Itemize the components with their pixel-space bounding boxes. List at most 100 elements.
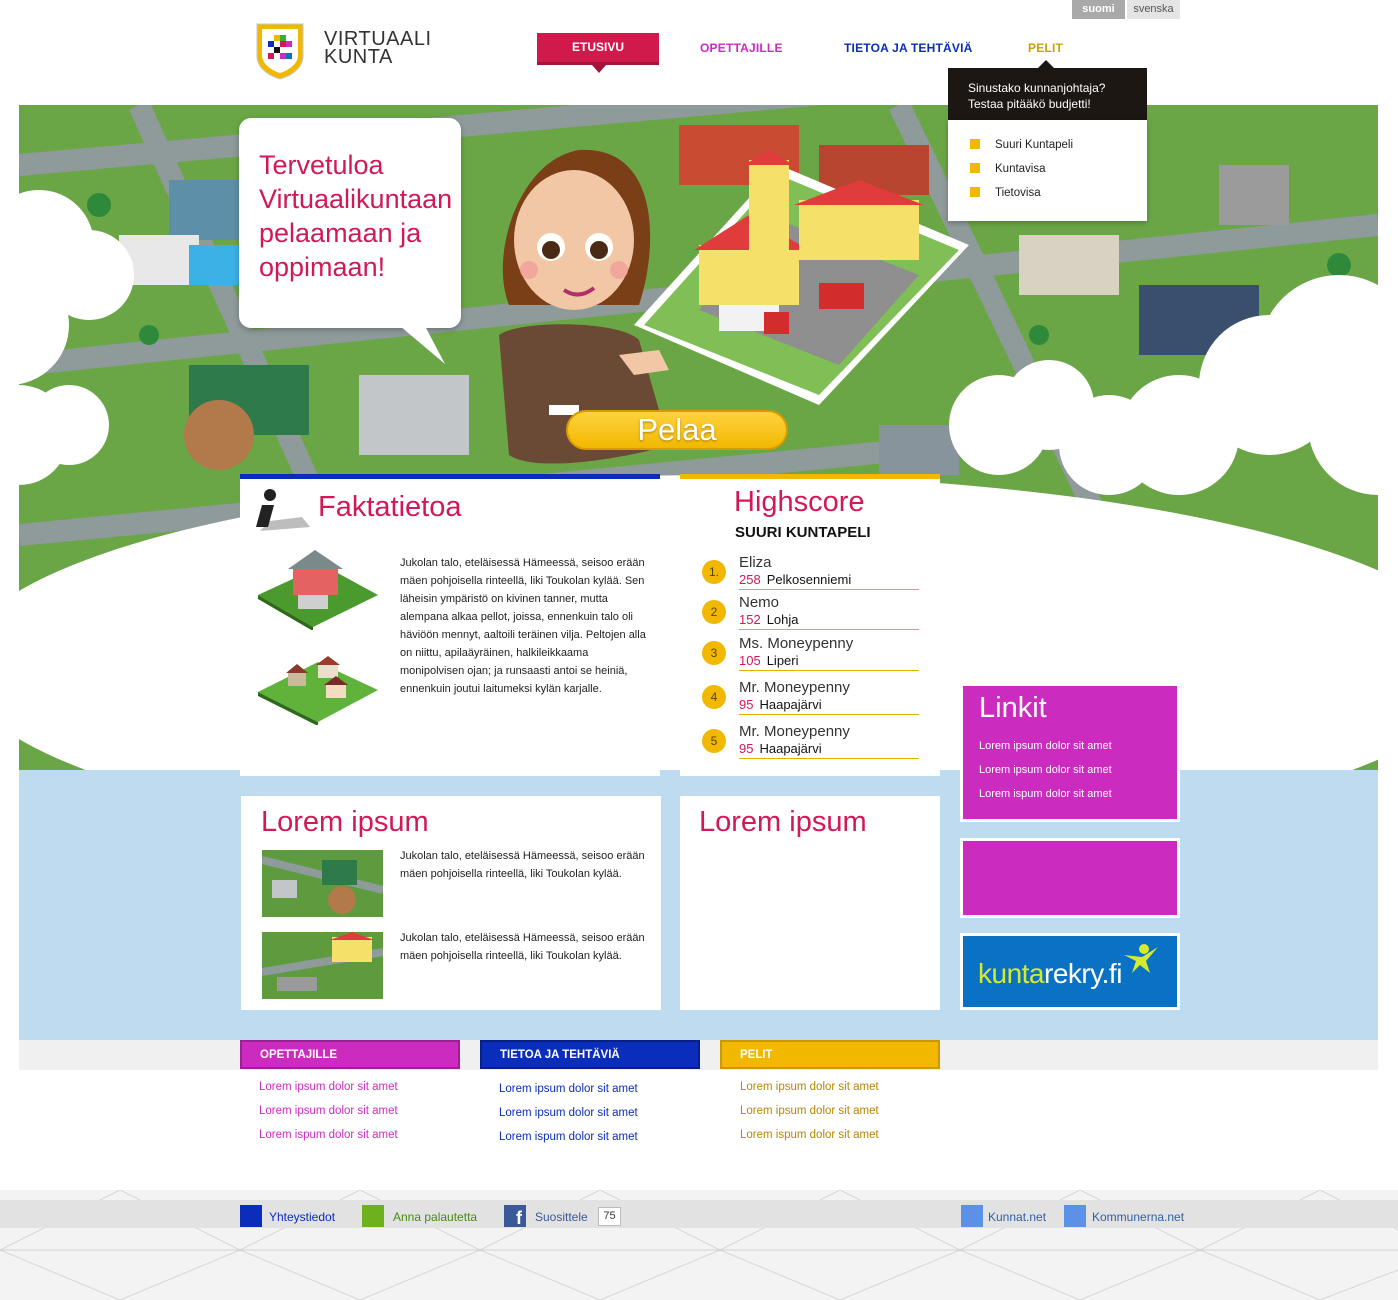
- dropdown-item-suuri-kuntapeli[interactable]: Suuri Kuntapeli: [970, 139, 1073, 151]
- player-score: 95: [739, 697, 754, 712]
- highscore-entry: Mr. Moneypenny 95 Haapajärvi: [739, 723, 919, 759]
- kommunerna-icon: [1064, 1205, 1086, 1227]
- highscore-row: 5: [702, 729, 726, 753]
- player-name: Ms. Moneypenny: [739, 635, 854, 652]
- nav-opettajille[interactable]: OPETTAJILLE: [700, 41, 783, 55]
- contact-icon: [240, 1205, 262, 1227]
- nav-tietoa[interactable]: TIETOA JA TEHTÄVIÄ: [844, 41, 973, 55]
- rank-badge: 3: [702, 641, 726, 665]
- highscore-row: 1.: [702, 560, 726, 584]
- promo-box[interactable]: [960, 838, 1180, 918]
- kuntarekry-part2: rekry: [1044, 958, 1102, 989]
- player-name: Mr. Moneypenny: [739, 679, 850, 696]
- kuntarekry-part1: kunta: [978, 958, 1045, 989]
- links-item[interactable]: Lorem ipsum dolor sit amet: [979, 740, 1112, 752]
- lang-svenska[interactable]: svenska: [1127, 0, 1180, 19]
- footer-link[interactable]: Lorem ispum dolor sit amet: [499, 1131, 638, 1143]
- lorem-right-title: Lorem ipsum: [699, 806, 867, 838]
- nav-pelit[interactable]: PELIT: [1028, 41, 1063, 55]
- player-name: Eliza: [739, 554, 772, 571]
- footer-link[interactable]: Lorem ipsum dolor sit amet: [740, 1081, 879, 1093]
- footer-link[interactable]: Lorem ipsum dolor sit amet: [259, 1105, 398, 1117]
- bullet-icon: [970, 187, 980, 197]
- highscore-entry: Eliza 258 Pelkosenniemi: [739, 554, 919, 590]
- footer-opettajille-header[interactable]: OPETTAJILLE: [240, 1040, 460, 1069]
- player-city: Haapajärvi: [759, 697, 822, 712]
- dropdown-item-label: Tietovisa: [995, 187, 1041, 199]
- play-button[interactable]: Pelaa: [566, 410, 788, 450]
- facebook-icon[interactable]: f: [504, 1205, 526, 1228]
- logo-line2: KUNTA: [324, 46, 393, 68]
- city-thumbnail[interactable]: [262, 932, 383, 999]
- links-item[interactable]: Lorem ispum dolor sit amet: [979, 788, 1112, 800]
- footer-link[interactable]: Lorem ipsum dolor sit amet: [499, 1107, 638, 1119]
- kunnat-icon: [961, 1205, 983, 1227]
- bubble-tail-icon: [400, 326, 445, 364]
- dropdown-item-kuntavisa[interactable]: Kuntavisa: [970, 163, 1046, 175]
- highscore-title: Highscore: [734, 486, 865, 518]
- dropdown-line2: Testaa pitääkö budjetti!: [968, 97, 1091, 111]
- nav-etusivu-label: ETUSIVU: [571, 40, 624, 54]
- links-title: Linkit: [979, 692, 1047, 724]
- player-name: Nemo: [739, 594, 780, 611]
- highscore-subtitle: SUURI KUNTAPELI: [735, 524, 871, 541]
- dropdown-line1: Sinustako kunnanjohtaja?: [968, 81, 1106, 95]
- divider: [739, 670, 919, 671]
- player-score: 105: [739, 653, 761, 668]
- footer-link[interactable]: Lorem ipsum dolor sit amet: [499, 1083, 638, 1095]
- feedback-link[interactable]: Anna palautetta: [393, 1210, 477, 1224]
- footer-tietoa-header[interactable]: TIETOA JA TEHTÄVIÄ: [480, 1040, 700, 1069]
- kuntarekry-figure-icon: [1124, 944, 1158, 973]
- dropdown-item-tietovisa[interactable]: Tietovisa: [970, 187, 1041, 199]
- contact-link[interactable]: Yhteystiedot: [269, 1210, 335, 1224]
- nav-etusivu[interactable]: ETUSIVU: [537, 33, 659, 73]
- player-score: 258: [739, 572, 761, 587]
- city-thumbnail[interactable]: [262, 850, 383, 917]
- highscore-row: 4: [702, 685, 726, 709]
- player-city: Liperi: [766, 653, 799, 668]
- highscore-row: 3: [702, 641, 726, 665]
- footer-link[interactable]: Lorem ispum dolor sit amet: [740, 1129, 879, 1141]
- player-score: 152: [739, 612, 761, 627]
- recommend-link[interactable]: Suosittele: [535, 1210, 588, 1224]
- feedback-icon: [362, 1205, 384, 1227]
- footer-pelit-header[interactable]: PELIT: [720, 1040, 940, 1069]
- lorem-left-title: Lorem ipsum: [261, 806, 429, 838]
- kuntarekry-logo: kuntarekry.fi: [978, 958, 1122, 990]
- footer-link[interactable]: Lorem ipsum dolor sit amet: [740, 1105, 879, 1117]
- player-city: Pelkosenniemi: [766, 572, 852, 587]
- divider: [739, 714, 919, 715]
- footer-link[interactable]: Lorem ispum dolor sit amet: [259, 1129, 398, 1141]
- highscore-row: 2: [702, 600, 726, 624]
- welcome-text: Tervetuloa Virtuaalikuntaan pelaamaan ja…: [259, 150, 453, 282]
- facts-title: Faktatietoa: [318, 491, 462, 523]
- links-item[interactable]: Lorem ipsum dolor sit amet: [979, 764, 1112, 776]
- highscore-entry: Mr. Moneypenny 95 Haapajärvi: [739, 679, 919, 715]
- lorem-left-text-1: Jukolan talo, eteläisessä Hämeessä, seis…: [400, 850, 645, 880]
- facts-text: Jukolan talo, eteläisessä Hämeessä, seis…: [400, 557, 646, 695]
- like-count: 75: [598, 1207, 621, 1226]
- kunnat-link[interactable]: Kunnat.net: [988, 1210, 1046, 1224]
- lorem-left-text-2: Jukolan talo, eteläisessä Hämeessä, seis…: [400, 932, 645, 962]
- rank-badge: 1.: [702, 560, 726, 584]
- divider: [739, 758, 919, 759]
- footer-link[interactable]: Lorem ipsum dolor sit amet: [259, 1081, 398, 1093]
- kuntarekry-part3: .fi: [1101, 958, 1123, 989]
- player-city: Haapajärvi: [759, 741, 822, 756]
- player-score: 95: [739, 741, 754, 756]
- kommunerna-link[interactable]: Kommunerna.net: [1092, 1210, 1184, 1224]
- games-dropdown-header: Sinustako kunnanjohtaja? Testaa pitääkö …: [948, 60, 1147, 120]
- dropdown-item-label: Suuri Kuntapeli: [995, 139, 1073, 151]
- player-city: Lohja: [766, 612, 799, 627]
- dropdown-item-label: Kuntavisa: [995, 163, 1046, 175]
- house-image: [258, 550, 378, 630]
- bullet-icon: [970, 139, 980, 149]
- divider: [739, 629, 919, 630]
- lang-suomi[interactable]: suomi: [1072, 0, 1125, 19]
- highscore-entry: Ms. Moneypenny 105 Liperi: [739, 635, 919, 671]
- info-icon: [256, 489, 310, 531]
- bottom-bar: [0, 1200, 1398, 1228]
- logo-shield-icon[interactable]: [255, 22, 305, 80]
- rank-badge: 5: [702, 729, 726, 753]
- logo-text[interactable]: VIRTUAALI KUNTA: [324, 29, 432, 68]
